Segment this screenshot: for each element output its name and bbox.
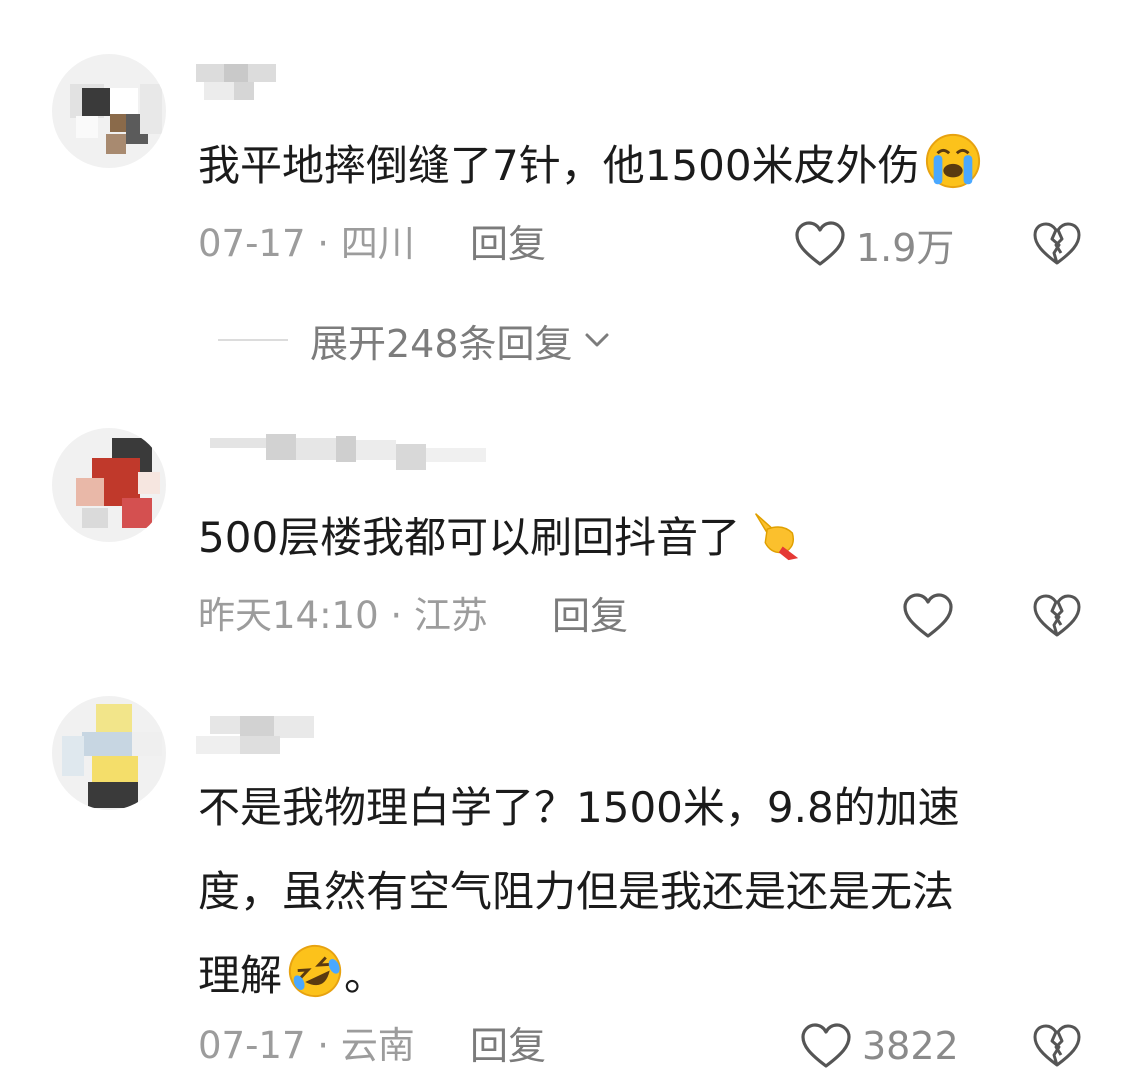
chevron-down-icon [585, 333, 609, 347]
avatar[interactable] [52, 428, 166, 542]
meta-separator: · [378, 594, 414, 637]
meta-separator: · [305, 1024, 341, 1067]
comment-text-line: 理解 。 [198, 934, 1078, 1018]
broken-heart-icon [1033, 222, 1081, 265]
loudly-crying-face-icon [925, 133, 980, 189]
heart-icon [801, 1023, 851, 1068]
broken-heart-icon [1033, 594, 1081, 637]
comment-text: 不是我物理白学了？1500米，9.8的加速 度，虽然有空气阻力但是我还是还是无法… [198, 766, 1078, 1018]
comment-time: 07-17 [198, 1024, 306, 1067]
rolling-on-the-floor-laughing-icon [288, 944, 342, 998]
avatar[interactable] [52, 696, 166, 810]
avatar[interactable] [52, 54, 166, 168]
comment-time: 昨天14:10 [198, 594, 379, 637]
comment-text: 我平地摔倒缝了7针，他1500米皮外伤 [198, 124, 1078, 208]
comment-item: 不是我物理白学了？1500米，9.8的加速 度，虽然有空气阻力但是我还是还是无法… [0, 680, 1144, 1080]
comment-item: 我平地摔倒缝了7针，他1500米皮外伤 07-17 · 四川 回复 1.9万 展… [0, 0, 1144, 400]
username-redacted[interactable] [196, 716, 326, 756]
comment-text-line: 不是我物理白学了？1500米，9.8的加速 [198, 783, 960, 832]
comment-item: 500层楼我都可以刷回抖音了 昨天14:10 · 江苏 回复 [0, 400, 1144, 680]
reply-button[interactable]: 回复 [470, 1016, 546, 1076]
comment-meta: 昨天14:10 · 江苏 [198, 586, 488, 646]
username-redacted[interactable] [196, 434, 506, 474]
like-count: 1.9万 [856, 225, 955, 270]
comment-location: 江苏 [413, 594, 488, 637]
pinching-hand-icon [755, 513, 799, 561]
heart-icon [903, 593, 953, 638]
meta-separator: · [305, 222, 341, 265]
dislike-button[interactable] [1032, 214, 1084, 274]
expand-replies-button[interactable]: 展开248条回复 [218, 310, 613, 370]
comment-location: 四川 [340, 222, 415, 265]
reply-button[interactable]: 回复 [470, 214, 546, 274]
comment-time: 07-17 [198, 222, 306, 265]
username-redacted[interactable] [196, 64, 286, 104]
like-button[interactable]: 3822 [800, 1016, 959, 1076]
comment-text: 500层楼我都可以刷回抖音了 [198, 496, 1078, 580]
expand-divider [218, 339, 288, 341]
like-count: 3822 [862, 1024, 959, 1068]
comment-meta: 07-17 · 云南 [198, 1016, 415, 1076]
broken-heart-icon [1033, 1024, 1081, 1067]
comment-meta: 07-17 · 四川 [198, 214, 415, 274]
like-button[interactable] [902, 586, 964, 646]
dislike-button[interactable] [1032, 1016, 1084, 1076]
reply-button[interactable]: 回复 [552, 586, 628, 646]
like-button[interactable]: 1.9万 [794, 214, 954, 274]
comment-location: 云南 [340, 1024, 415, 1067]
comment-text-line: 度，虽然有空气阻力但是我还是还是无法 [198, 867, 955, 916]
dislike-button[interactable] [1032, 586, 1084, 646]
expand-replies-label: 展开248条回复 [310, 321, 573, 366]
heart-icon [795, 221, 845, 266]
